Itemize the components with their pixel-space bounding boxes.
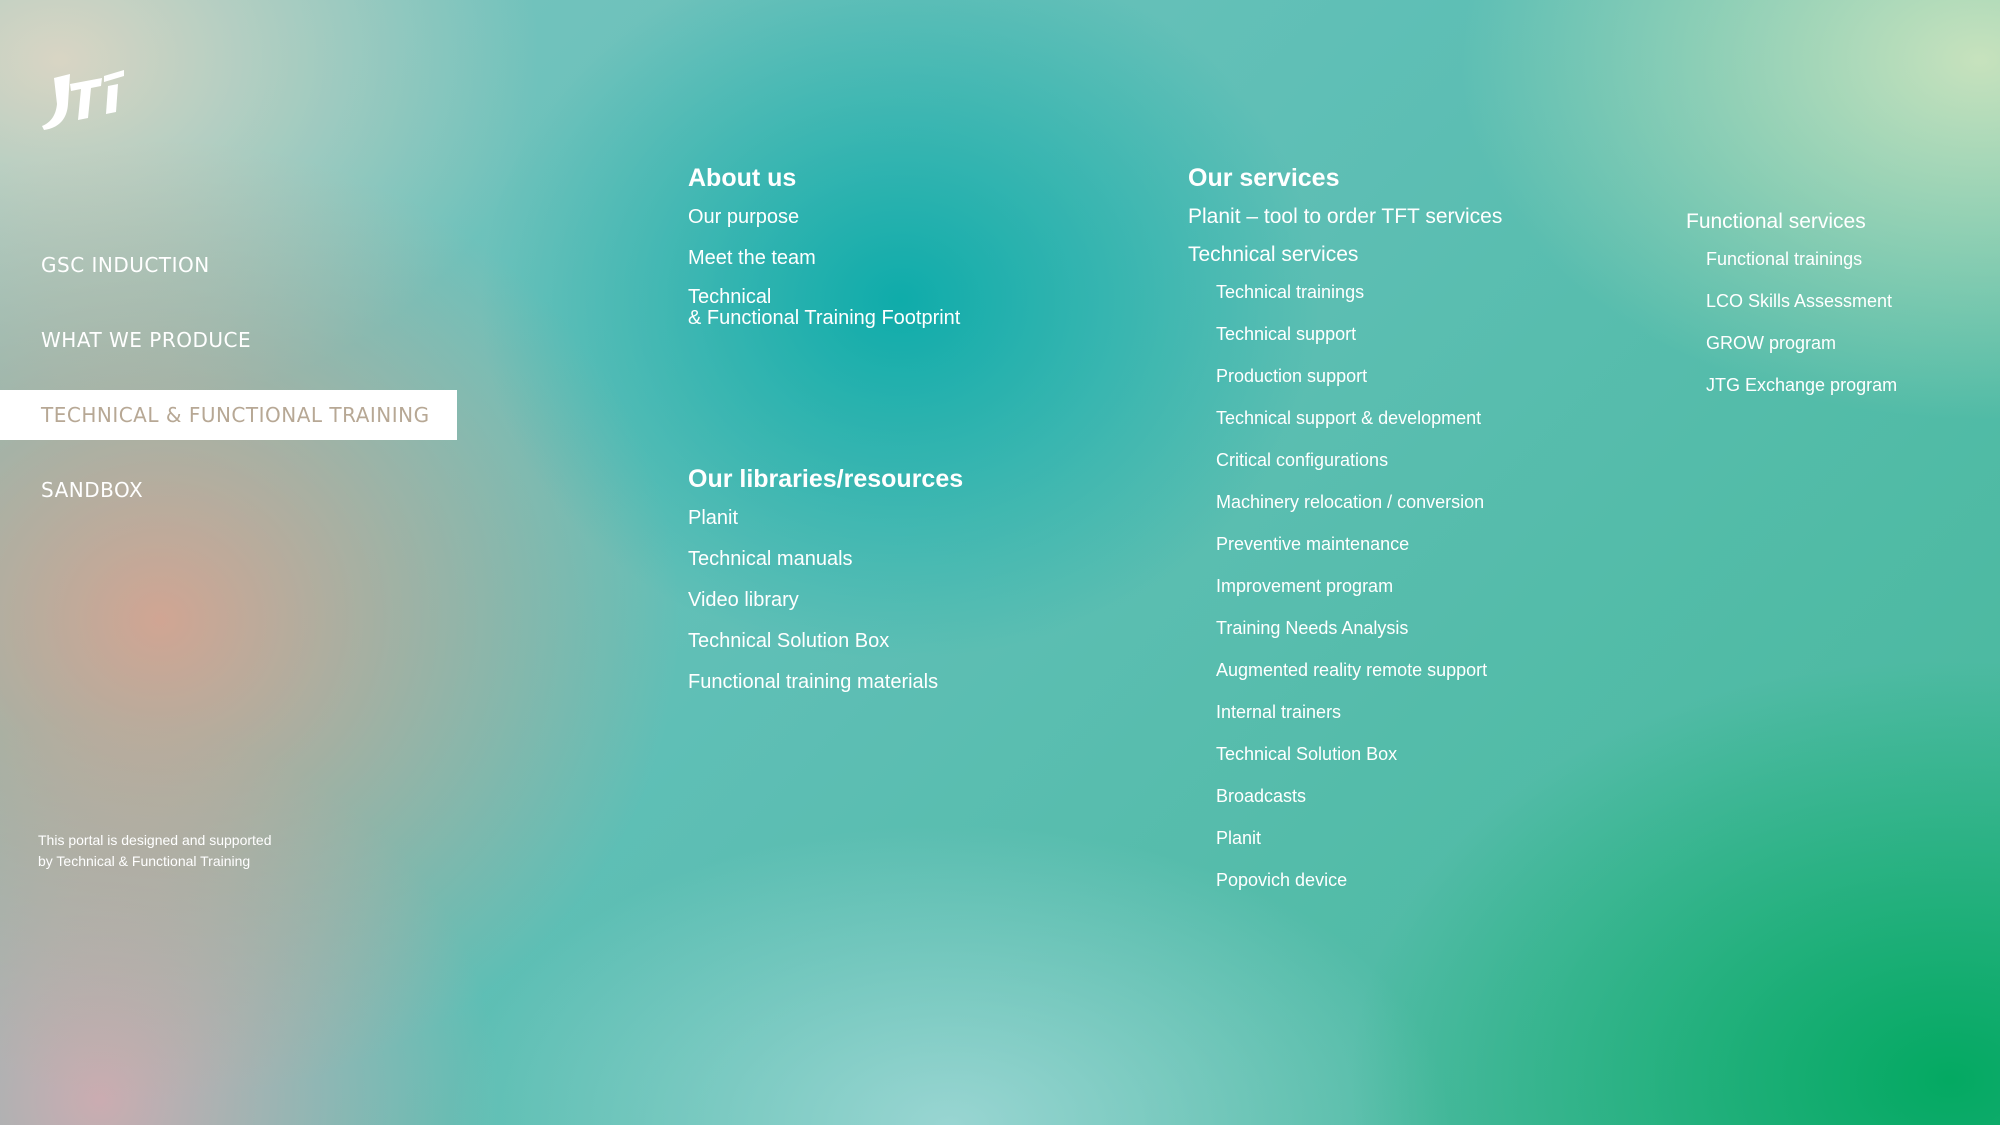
link-planit-service[interactable]: Planit bbox=[1216, 827, 1502, 869]
link-planit-order-tool[interactable]: Planit – tool to order TFT services bbox=[1188, 205, 1502, 229]
services-section: Our services Planit – tool to order TFT … bbox=[1188, 164, 1502, 911]
footer-note: This portal is designed and supported by… bbox=[38, 830, 271, 872]
jti-logo-mark bbox=[42, 70, 124, 130]
footer-note-line1: This portal is designed and supported bbox=[38, 832, 272, 848]
about-section: About us Our purpose Meet the team Techn… bbox=[688, 164, 960, 346]
link-technical-solution-box[interactable]: Technical Solution Box bbox=[688, 629, 963, 653]
link-technical-services[interactable]: Technical services bbox=[1188, 243, 1502, 267]
footer-note-line2: by Technical & Functional Training bbox=[38, 853, 251, 869]
link-functional-services[interactable]: Functional services bbox=[1686, 210, 1897, 234]
link-lco-skills-assessment[interactable]: LCO Skills Assessment bbox=[1706, 290, 1897, 332]
libraries-section: Our libraries/resources Planit Technical… bbox=[688, 465, 963, 711]
footprint-line1: Technical bbox=[688, 286, 772, 308]
nav-item-technical-functional-training[interactable]: TECHNICAL & FUNCTIONAL TRAINING bbox=[0, 390, 457, 440]
services-heading: Our services bbox=[1188, 164, 1340, 192]
link-meet-the-team[interactable]: Meet the team bbox=[688, 246, 960, 270]
link-ar-remote-support[interactable]: Augmented reality remote support bbox=[1216, 659, 1502, 701]
link-internal-trainers[interactable]: Internal trainers bbox=[1216, 701, 1502, 743]
footprint-line2: & Functional Training Footprint bbox=[688, 307, 961, 329]
functional-services-list: Functional trainings LCO Skills Assessme… bbox=[1706, 248, 1897, 416]
nav-item-sandbox[interactable]: SANDBOX bbox=[0, 465, 457, 515]
link-training-needs-analysis[interactable]: Training Needs Analysis bbox=[1216, 617, 1502, 659]
link-jtg-exchange-program[interactable]: JTG Exchange program bbox=[1706, 374, 1897, 416]
link-technical-support-development[interactable]: Technical support & development bbox=[1216, 407, 1502, 449]
link-training-footprint[interactable]: Technical & Functional Training Footprin… bbox=[688, 287, 960, 329]
link-technical-support[interactable]: Technical support bbox=[1216, 323, 1502, 365]
link-machinery-relocation[interactable]: Machinery relocation / conversion bbox=[1216, 491, 1502, 533]
link-broadcasts[interactable]: Broadcasts bbox=[1216, 785, 1502, 827]
about-heading: About us bbox=[688, 164, 797, 192]
link-technical-solution-box-service[interactable]: Technical Solution Box bbox=[1216, 743, 1502, 785]
link-production-support[interactable]: Production support bbox=[1216, 365, 1502, 407]
link-critical-configurations[interactable]: Critical configurations bbox=[1216, 449, 1502, 491]
nav-item-gsc-induction[interactable]: GSC INDUCTION bbox=[0, 240, 457, 290]
link-technical-manuals[interactable]: Technical manuals bbox=[688, 547, 963, 571]
link-improvement-program[interactable]: Improvement program bbox=[1216, 575, 1502, 617]
link-technical-trainings[interactable]: Technical trainings bbox=[1216, 281, 1502, 323]
libraries-heading: Our libraries/resources bbox=[688, 465, 964, 493]
nav-item-what-we-produce[interactable]: WHAT WE PRODUCE bbox=[0, 315, 457, 365]
link-grow-program[interactable]: GROW program bbox=[1706, 332, 1897, 374]
link-video-library[interactable]: Video library bbox=[688, 588, 963, 612]
link-our-purpose[interactable]: Our purpose bbox=[688, 205, 960, 229]
link-popovich-device[interactable]: Popovich device bbox=[1216, 869, 1502, 911]
link-preventive-maintenance[interactable]: Preventive maintenance bbox=[1216, 533, 1502, 575]
jti-logo[interactable] bbox=[40, 64, 130, 136]
link-functional-trainings[interactable]: Functional trainings bbox=[1706, 248, 1897, 290]
main-nav: GSC INDUCTION WHAT WE PRODUCE TECHNICAL … bbox=[0, 240, 457, 540]
link-planit[interactable]: Planit bbox=[688, 506, 963, 530]
technical-services-list: Technical trainings Technical support Pr… bbox=[1216, 281, 1502, 911]
link-functional-training-materials[interactable]: Functional training materials bbox=[688, 670, 963, 694]
functional-services-section: Functional services Functional trainings… bbox=[1686, 210, 1897, 416]
